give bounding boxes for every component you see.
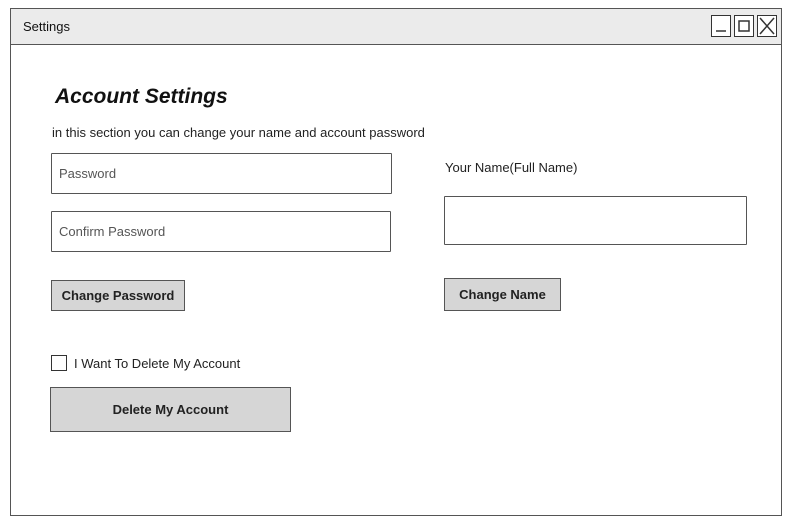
maximize-icon (738, 20, 750, 32)
window-title: Settings (23, 19, 70, 34)
password-input[interactable] (51, 153, 392, 194)
delete-account-checkbox-label[interactable]: I Want To Delete My Account (74, 356, 240, 371)
change-password-button[interactable]: Change Password (51, 280, 185, 311)
close-button[interactable] (757, 15, 777, 37)
maximize-button[interactable] (734, 15, 754, 37)
minimize-icon (716, 30, 726, 32)
name-field-label: Your Name(Full Name) (445, 160, 578, 175)
confirm-password-input[interactable] (51, 211, 391, 252)
settings-window: Settings Account Settings in this sectio… (10, 8, 782, 516)
close-icon (759, 17, 775, 35)
minimize-button[interactable] (711, 15, 731, 37)
full-name-input[interactable] (444, 196, 747, 245)
change-name-button[interactable]: Change Name (444, 278, 561, 311)
title-bar: Settings (11, 9, 781, 45)
delete-account-checkbox[interactable] (51, 355, 67, 371)
delete-confirm-row: I Want To Delete My Account (51, 355, 240, 371)
delete-account-button[interactable]: Delete My Account (50, 387, 291, 432)
page-title: Account Settings (55, 85, 228, 108)
section-description: in this section you can change your name… (52, 125, 425, 140)
window-controls (711, 15, 777, 37)
